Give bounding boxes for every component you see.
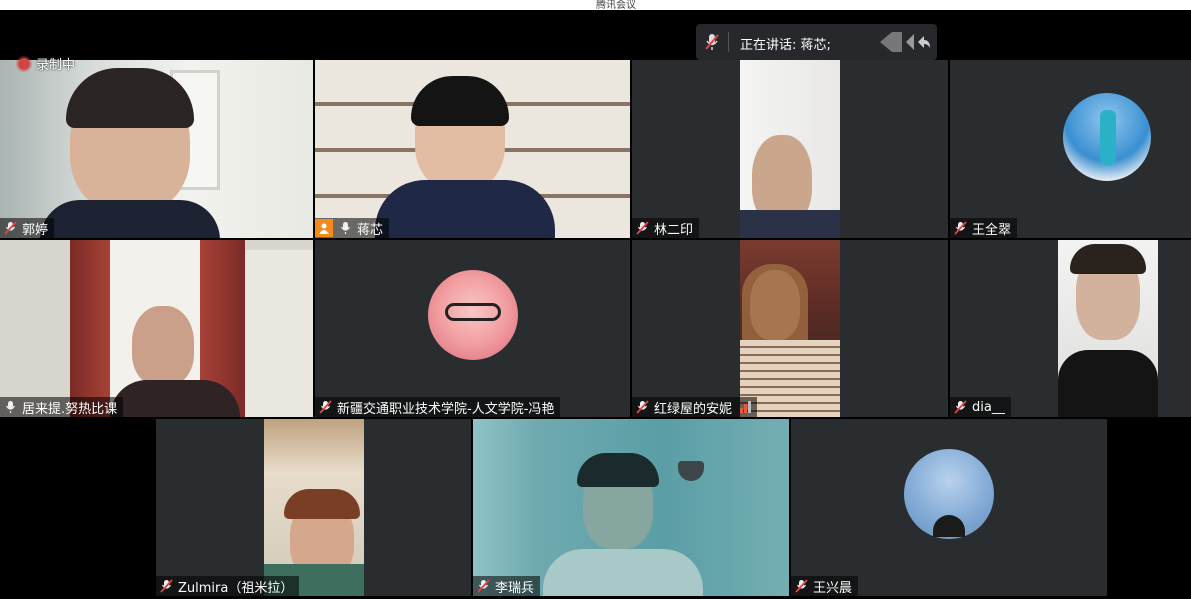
hair <box>284 489 360 519</box>
participant-tile-active-speaker[interactable]: 蒋芯 <box>315 60 630 238</box>
mic-muted-icon <box>795 579 808 593</box>
curtain-left <box>70 240 110 417</box>
shirt <box>1058 350 1158 417</box>
participant-name-tag: 新疆交通职业技术学院-人文学院-冯艳 <box>315 397 561 417</box>
participant-name: 居来提.努热比课 <box>22 401 118 417</box>
divider <box>728 32 729 52</box>
mic-muted-icon <box>477 579 490 593</box>
face <box>132 306 194 386</box>
participant-name-tag: 王全翠 <box>950 218 1018 238</box>
shirt <box>740 210 840 238</box>
participant-name: 红绿屋的安妮 <box>654 401 733 417</box>
layout-toggle-icon[interactable] <box>878 30 930 54</box>
participant-name-tag: 李瑞兵 <box>473 576 541 596</box>
participant-tile[interactable]: 郭婷 <box>0 60 313 238</box>
participant-name-tag: 红绿屋的安妮 <box>632 397 758 417</box>
mic-muted-icon <box>319 400 332 414</box>
recording-label: 录制中 <box>36 58 76 73</box>
hair <box>577 453 659 487</box>
shirt <box>40 200 220 238</box>
mic-muted-icon <box>160 579 173 593</box>
participant-name: 李瑞兵 <box>495 580 535 596</box>
recording-dot-icon <box>18 57 30 70</box>
participant-name: 王兴晨 <box>813 580 853 596</box>
participant-name: 郭婷 <box>22 222 49 238</box>
recording-indicator: 录制中 <box>18 54 75 73</box>
participant-name: dia__ <box>972 399 1005 415</box>
participant-name-tag: 林二印 <box>632 218 700 238</box>
participant-tile[interactable]: 居来提.努热比课 <box>0 240 313 417</box>
participant-name: 新疆交通职业技术学院-人文学院-冯艳 <box>337 401 555 417</box>
participant-tile[interactable]: 李瑞兵 <box>473 419 789 596</box>
mic-icon <box>341 222 350 234</box>
cabinet <box>245 250 313 417</box>
participant-name-tag: Zulmira（祖米拉） <box>156 576 300 596</box>
participant-name-tag: 居来提.努热比课 <box>0 397 124 417</box>
mic-icon <box>6 401 15 413</box>
hair <box>1070 244 1146 274</box>
participant-tile[interactable]: 王全翠 <box>950 60 1191 238</box>
mic-muted-icon <box>954 400 967 414</box>
avatar-figure <box>1100 110 1116 165</box>
participant-name-tag: 蒋芯 <box>315 218 390 238</box>
participant-name-tag: 王兴晨 <box>791 576 859 596</box>
mic-muted-icon <box>705 34 719 50</box>
host-icon <box>315 219 333 237</box>
participant-tile[interactable]: 新疆交通职业技术学院-人文学院-冯艳 <box>315 240 630 417</box>
shirt <box>375 180 555 238</box>
participant-tile[interactable]: 红绿屋的安妮 <box>632 240 948 417</box>
participant-tile[interactable]: dia__ <box>950 240 1191 417</box>
speaking-label: 正在讲话: 蒋芯; <box>740 38 831 53</box>
mic-muted-icon <box>954 221 967 235</box>
mic-muted-icon <box>4 221 17 235</box>
window-title-bar: 腾讯会议 <box>0 0 1191 11</box>
shirt <box>110 380 240 417</box>
shirt <box>543 549 703 596</box>
audio-level-icon <box>740 401 752 413</box>
participant-name: 王全翠 <box>972 222 1012 238</box>
avatar-glasses <box>445 303 501 321</box>
mic-muted-icon <box>636 221 649 235</box>
participant-tile[interactable]: 王兴晨 <box>791 419 1107 596</box>
participant-name: 林二印 <box>654 222 694 238</box>
participant-name: 蒋芯 <box>357 222 384 238</box>
participant-name-tag: dia__ <box>950 397 1011 417</box>
participant-name-tag: 郭婷 <box>0 218 55 238</box>
participant-name: Zulmira（祖米拉） <box>178 580 294 596</box>
participant-tile[interactable]: Zulmira（祖米拉） <box>156 419 471 596</box>
window-title: 腾讯会议 <box>596 0 636 11</box>
participant-tile[interactable]: 林二印 <box>632 60 948 238</box>
mic-muted-icon <box>636 400 649 414</box>
